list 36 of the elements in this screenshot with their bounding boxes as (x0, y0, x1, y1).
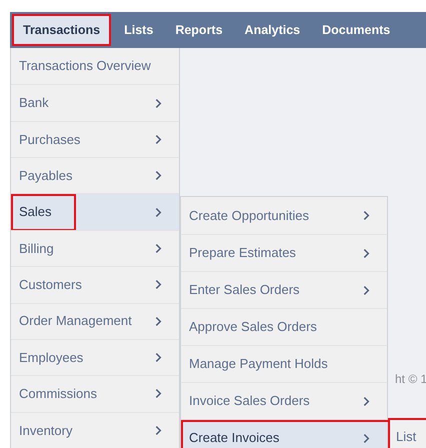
nav-tab[interactable]: Reports (164, 14, 234, 46)
nav-tab[interactable]: Analytics (234, 14, 312, 46)
menu-item[interactable]: Create Opportunities (181, 197, 387, 234)
chevron-right-icon (363, 248, 370, 258)
chevron-right-icon (155, 134, 162, 145)
chevron-right-icon (155, 279, 162, 290)
nav-tab[interactable]: Lists (113, 14, 164, 46)
menu-item[interactable]: Employees (11, 338, 179, 376)
chevron-right-icon (363, 432, 370, 444)
nav-tab[interactable]: Documents (311, 14, 402, 46)
chevron-right-icon (363, 396, 370, 406)
chevron-right-icon (155, 242, 162, 254)
chevron-right-icon (155, 98, 162, 109)
chevron-right-icon (155, 388, 162, 400)
menu-item[interactable]: Enter Sales Orders (181, 271, 387, 308)
menu-item[interactable]: Create Invoices (181, 419, 387, 448)
menu-item[interactable]: Billing (11, 230, 179, 266)
chevron-right-icon (155, 170, 162, 182)
chevron-right-icon (155, 316, 162, 327)
menu-item[interactable]: Sales (11, 193, 179, 230)
menu-item[interactable]: Transactions Overview (11, 48, 179, 84)
menu-item[interactable]: Manage Payment Holds (181, 345, 387, 382)
menu-item[interactable]: Prepare Estimates (181, 234, 387, 271)
menu-item[interactable]: Commissions (11, 375, 179, 412)
menu-item[interactable]: Approve Sales Orders (181, 308, 387, 345)
chevron-right-icon (155, 206, 162, 218)
chevron-right-icon (155, 424, 162, 436)
chevron-right-icon (155, 352, 162, 364)
nav-tab[interactable]: Transactions (12, 14, 112, 46)
chevron-right-icon (363, 210, 370, 221)
menu-item[interactable]: Customers (11, 266, 179, 302)
chevron-right-icon (363, 284, 370, 296)
menu-item[interactable]: Purchases (11, 120, 179, 158)
menu-item[interactable]: Order Management (11, 302, 179, 339)
menu-item[interactable]: Inventory (11, 412, 179, 448)
menu-item[interactable]: Bank (11, 84, 179, 121)
